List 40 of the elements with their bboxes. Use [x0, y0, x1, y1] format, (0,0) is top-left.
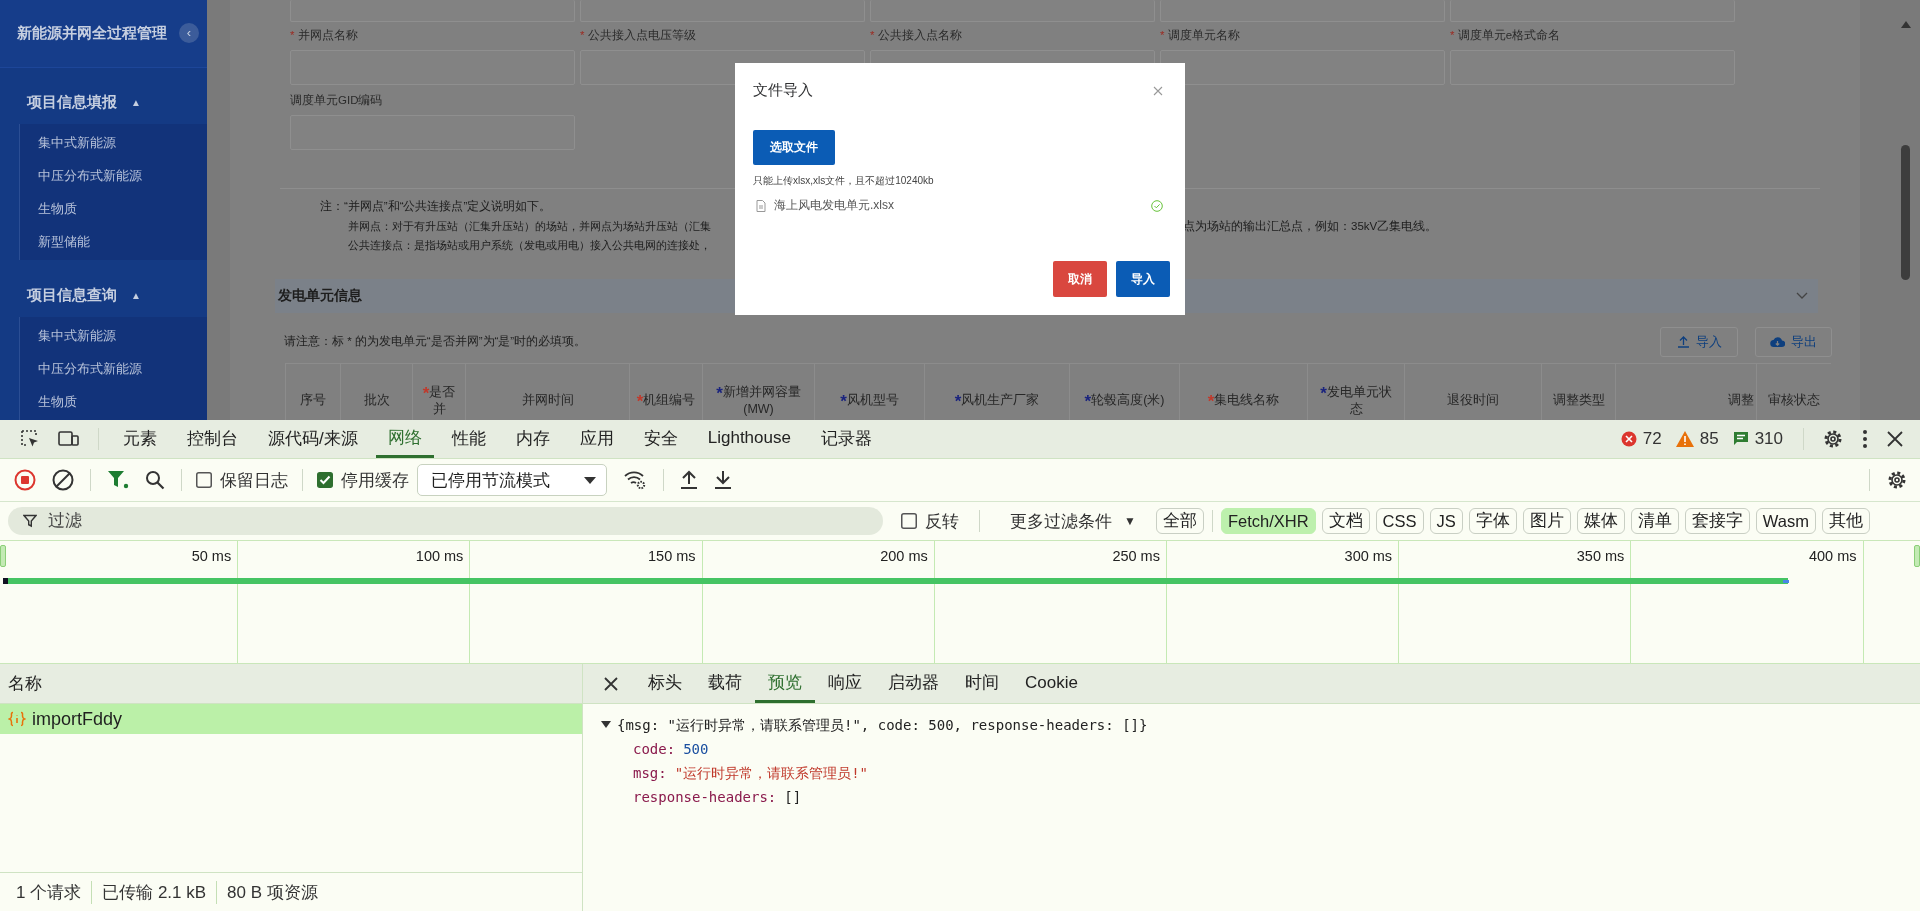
- field-label: * 公共接入点名称: [870, 28, 963, 43]
- app-title: 新能源并网全过程管理: [17, 23, 167, 43]
- column-header: 调整: [1728, 392, 1754, 409]
- time-tick: 400 ms: [1808, 548, 1857, 564]
- property-key: code:: [633, 737, 676, 761]
- dialog-title: 文件导入: [753, 81, 813, 100]
- property-key: msg:: [633, 761, 667, 785]
- column-header: 审核状态: [1768, 392, 1820, 409]
- time-tick: 150 ms: [648, 548, 696, 564]
- column-header: 序号: [300, 392, 326, 409]
- status-text: 80 B 项资源: [226, 881, 319, 904]
- note-text: 注：“并网点”和“公共连接点”定义说明如下。: [320, 199, 552, 214]
- time-tick: 300 ms: [1344, 548, 1393, 564]
- time-tick: 200 ms: [880, 548, 928, 564]
- note-text: 请注意：标 * 的为发电单元“是否并网”为“是”时的必填项。: [283, 334, 587, 349]
- upload-hint: 只能上传xlsx,xls文件，且不超过10240kb: [753, 174, 935, 188]
- column-header: 批次: [363, 392, 390, 409]
- section-title: 发电单元信息: [278, 286, 362, 305]
- property-value: "运行时异常，请联系管理员!": [674, 764, 868, 783]
- status-text: 1 个请求: [6, 880, 93, 904]
- time-tick: 50 ms: [191, 548, 232, 564]
- time-tick: 350 ms: [1576, 548, 1625, 564]
- field-label: * 并网点名称: [290, 28, 359, 43]
- column-header: 退役时间: [1447, 392, 1499, 409]
- field-label: 调度单元GID编码: [290, 93, 384, 108]
- field-label: * 调度单元名称: [1160, 28, 1241, 43]
- expand-arrow-icon: ▲: [131, 290, 141, 302]
- column-header: 调整类型: [1552, 392, 1605, 409]
- field-label: * 公共接入点电压等级: [580, 28, 697, 43]
- property-key: response-headers:: [633, 785, 777, 809]
- time-tick: 100 ms: [415, 548, 464, 564]
- expand-arrow-icon: ▲: [131, 97, 141, 109]
- status-text: 已传输 2.1 kB: [92, 880, 218, 904]
- column-header: 并网时间: [521, 392, 574, 409]
- time-tick: 250 ms: [1112, 548, 1160, 564]
- note-text: 并网点：对于有升压站（汇集升压站）的场站，并网点为场站升压站（汇集: [348, 218, 712, 234]
- property-value: 500: [683, 740, 709, 759]
- field-label: * 调度单元e格式命名: [1450, 28, 1562, 43]
- note-text: 公共连接点：是指场站或用户系统（发电或用电）接入公共电网的连接处，: [348, 238, 712, 253]
- property-value: []: [784, 788, 802, 807]
